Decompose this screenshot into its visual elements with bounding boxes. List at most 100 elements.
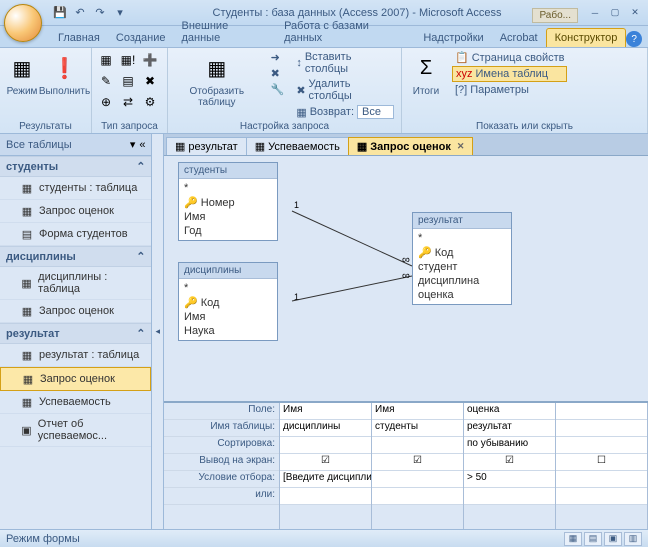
tab-acrobat[interactable]: Acrobat <box>492 29 546 47</box>
nav-item[interactable]: ▦дисциплины : таблица <box>0 267 151 300</box>
field-row[interactable]: Имя <box>184 210 272 224</box>
tab-design[interactable]: Конструктор <box>546 28 627 47</box>
passthrough-query-icon[interactable]: ⇄ <box>118 92 138 112</box>
grid-column[interactable]: Имястуденты☑ <box>372 403 464 529</box>
union-query-icon[interactable]: ⊕ <box>96 92 116 112</box>
close-icon[interactable]: ✕ <box>626 6 644 20</box>
field-row[interactable]: * <box>184 181 272 195</box>
view-button[interactable]: ▦Режим <box>4 50 40 99</box>
insert-columns-button[interactable]: ↕Вставить столбцы <box>293 50 397 76</box>
view-sql-icon[interactable]: ▤ <box>584 532 602 546</box>
return-icon: ▦ <box>296 106 306 119</box>
undo-icon[interactable]: ↶ <box>72 5 88 21</box>
document-tab[interactable]: ▦результат <box>166 137 247 155</box>
show-table-button[interactable]: ▦Отобразить таблицу <box>172 50 262 110</box>
tab-create[interactable]: Создание <box>108 29 174 47</box>
tablenames-icon: xyz <box>456 68 473 80</box>
save-icon[interactable]: 💾 <box>52 5 68 21</box>
run-button[interactable]: ❗Выполнить <box>42 50 87 99</box>
chevron-up-icon[interactable]: ⌃ <box>136 327 145 340</box>
object-icon: ▣ <box>20 423 33 437</box>
navpane-header[interactable]: Все таблицы ▾ « <box>0 134 151 156</box>
table-names-button[interactable]: xyzИмена таблиц <box>452 66 567 82</box>
document-tabs: ▦результат▦Успеваемость▦Запрос оценок✕ <box>164 134 648 156</box>
nav-group-header[interactable]: результат⌃ <box>0 323 151 344</box>
chevron-up-icon[interactable]: ⌃ <box>136 250 145 263</box>
table-box-result[interactable]: результат*🔑 Кодстудентдисциплинаоценка <box>412 212 512 305</box>
grid-column[interactable]: ☐ <box>556 403 648 529</box>
chevron-up-icon[interactable]: ⌃ <box>136 160 145 173</box>
totals-button[interactable]: ΣИтоги <box>406 50 446 99</box>
propsheet-icon: 📋 <box>455 51 469 64</box>
view-pivot-icon[interactable]: ▥ <box>624 532 642 546</box>
nav-item[interactable]: ▤Форма студентов <box>0 223 151 246</box>
field-row[interactable]: студент <box>418 260 506 274</box>
view-design-icon[interactable]: ▣ <box>604 532 622 546</box>
nav-item[interactable]: ▦студенты : таблица <box>0 177 151 200</box>
table-box-disciplines[interactable]: дисциплины*🔑 КодИмяНаука <box>178 262 278 341</box>
nav-item[interactable]: ▣Отчет об успеваемос... <box>0 414 151 447</box>
field-row[interactable]: * <box>184 281 272 295</box>
select-query-icon[interactable]: ▦ <box>96 50 116 70</box>
field-row[interactable]: Наука <box>184 324 272 338</box>
join-cardinality: ∞ <box>402 270 410 282</box>
parameters-button[interactable]: [?]Параметры <box>452 83 567 97</box>
property-sheet-button[interactable]: 📋Страница свойств <box>452 50 567 65</box>
tab-db-tools[interactable]: Работа с базами данных <box>276 17 415 47</box>
insert-rows-button[interactable]: ➜ <box>268 50 288 65</box>
maketable-query-icon[interactable]: ▦! <box>118 50 138 70</box>
qat-dropdown-icon[interactable]: ▾ <box>112 5 128 21</box>
office-orb-button[interactable] <box>4 4 42 42</box>
document-tab[interactable]: ▦Успеваемость <box>246 137 349 155</box>
field-row[interactable]: * <box>418 231 506 245</box>
field-row[interactable]: 🔑 Код <box>418 245 506 260</box>
nav-item[interactable]: ▦Запрос оценок <box>0 300 151 323</box>
delete-columns-button[interactable]: ✖Удалить столбцы <box>293 77 397 103</box>
nav-item[interactable]: ▦Успеваемость <box>0 391 151 414</box>
nav-group-header[interactable]: студенты⌃ <box>0 156 151 177</box>
query-diagram[interactable]: 1 ∞ 1 ∞ студенты*🔑 НомерИмяГод дисциплин… <box>164 156 648 401</box>
context-tab-label: Рабо... <box>532 8 578 23</box>
field-row[interactable]: 🔑 Код <box>184 295 272 310</box>
status-text: Режим формы <box>6 533 80 545</box>
quick-access-toolbar: 💾 ↶ ↷ ▾ <box>52 5 128 21</box>
maximize-icon[interactable]: ▢ <box>606 6 624 20</box>
collapse-nav-icon[interactable]: « <box>139 139 145 151</box>
field-row[interactable]: Год <box>184 224 272 238</box>
nav-item[interactable]: ▦Запрос оценок <box>0 200 151 223</box>
close-tab-icon[interactable]: ✕ <box>457 141 465 152</box>
view-datasheet-icon[interactable]: ▦ <box>564 532 582 546</box>
grid-column[interactable]: Имядисциплины☑[Введите дисциплину] <box>280 403 372 529</box>
query-icon: ▦ <box>255 140 265 153</box>
table-box-students[interactable]: студенты*🔑 НомерИмяГод <box>178 162 278 241</box>
chevron-down-icon[interactable]: ▾ <box>130 138 136 151</box>
grid-column[interactable]: оценкарезультатпо убыванию☑> 50 <box>464 403 556 529</box>
col-delete-icon: ✖ <box>296 84 305 97</box>
tab-external-data[interactable]: Внешние данные <box>174 17 277 47</box>
ribbon-tabs: Главная Создание Внешние данные Работа с… <box>0 26 648 48</box>
delete-rows-button[interactable]: ✖ <box>268 66 288 81</box>
return-combo[interactable]: ▦Возврат: Все <box>293 104 397 120</box>
builder-button[interactable]: 🔧 <box>268 82 288 97</box>
nav-item[interactable]: ▦Запрос оценок <box>0 367 151 391</box>
tab-home[interactable]: Главная <box>50 29 108 47</box>
crosstab-query-icon[interactable]: ▤ <box>118 71 138 91</box>
document-tab[interactable]: ▦Запрос оценок✕ <box>348 137 474 155</box>
nav-group-header[interactable]: дисциплины⌃ <box>0 246 151 267</box>
field-row[interactable]: 🔑 Номер <box>184 195 272 210</box>
append-query-icon[interactable]: ➕ <box>140 50 160 70</box>
help-icon[interactable]: ? <box>626 31 642 47</box>
tab-addins[interactable]: Надстройки <box>415 29 491 47</box>
shutter-bar[interactable]: ◂ <box>152 134 164 529</box>
update-query-icon[interactable]: ✎ <box>96 71 116 91</box>
field-row[interactable]: дисциплина <box>418 274 506 288</box>
minimize-icon[interactable]: ─ <box>586 6 604 20</box>
delete-query-icon[interactable]: ✖ <box>140 71 160 91</box>
datadef-query-icon[interactable]: ⚙ <box>140 92 160 112</box>
field-row[interactable]: оценка <box>418 288 506 302</box>
query-grid: Поле:Имя таблицы:Сортировка:Вывод на экр… <box>164 401 648 529</box>
field-row[interactable]: Имя <box>184 310 272 324</box>
nav-item[interactable]: ▦результат : таблица <box>0 344 151 367</box>
key-icon: 🔑 <box>418 247 435 259</box>
redo-icon[interactable]: ↷ <box>92 5 108 21</box>
